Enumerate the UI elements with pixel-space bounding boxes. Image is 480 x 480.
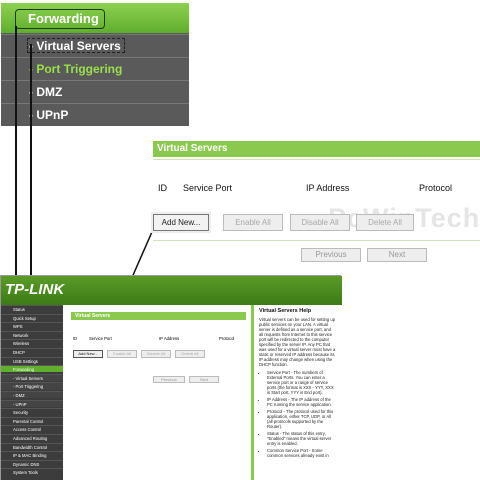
sidebar-item[interactable]: Security bbox=[1, 408, 63, 415]
sidebar-item[interactable]: Access Control bbox=[1, 425, 63, 432]
virtual-servers-zoom: Virtual Servers ID Service Port IP Addre… bbox=[153, 141, 480, 263]
previous-button[interactable]: Previous bbox=[153, 376, 185, 383]
add-new-button[interactable]: Add New... bbox=[153, 214, 209, 231]
help-item: Protocol - The protocol used for this ap… bbox=[267, 409, 336, 429]
sidebar-item[interactable]: Quick Setup bbox=[1, 313, 63, 321]
main-content: Virtual Servers ID Service Port IP Addre… bbox=[63, 305, 251, 480]
sidebar-item[interactable]: Parental Control bbox=[1, 416, 63, 424]
sidebar-item[interactable]: Bandwidth Control bbox=[1, 442, 63, 450]
enable-all-button[interactable]: Enable All bbox=[223, 214, 283, 231]
previous-button[interactable]: Previous bbox=[301, 248, 361, 262]
col-protocol: Protocol bbox=[419, 183, 453, 193]
delete-all-button[interactable]: Delete All bbox=[175, 350, 205, 358]
router-admin-screenshot: TP-LINK Status Quick Setup WPS Network Wirel… bbox=[0, 275, 342, 480]
sidebar-item[interactable]: - DMZ bbox=[1, 391, 63, 399]
help-item: Common Service Port - Some common servic… bbox=[267, 448, 336, 458]
sidebar-item[interactable]: Wireless bbox=[1, 339, 63, 346]
divider bbox=[153, 159, 480, 160]
sidebar-item[interactable]: DHCP bbox=[1, 348, 63, 355]
sidebar-item[interactable]: Dynamic DNS bbox=[1, 459, 63, 467]
panel-title: Virtual Servers bbox=[153, 141, 480, 157]
sidebar-item[interactable]: Forwarding bbox=[1, 365, 63, 373]
help-item: Service Port - The numbers of External P… bbox=[267, 370, 336, 395]
sidebar-item[interactable]: - UPnP bbox=[1, 399, 63, 407]
col-id: ID bbox=[158, 183, 167, 193]
sidebar-item[interactable]: Advanced Routing bbox=[1, 434, 63, 441]
delete-all-button[interactable]: Delete All bbox=[356, 214, 414, 231]
col-service-port: Service Port bbox=[183, 183, 233, 193]
main-title: Virtual Servers bbox=[71, 312, 246, 320]
sidebar: Status Quick Setup WPS Network Wireless DHCP U… bbox=[1, 305, 63, 480]
sidebar-item[interactable]: IP & MAC Binding bbox=[1, 451, 63, 458]
next-button[interactable]: Next bbox=[367, 248, 427, 262]
sidebar-item[interactable]: - Virtual Servers bbox=[1, 373, 63, 381]
disable-all-button[interactable]: Disable All bbox=[290, 214, 350, 231]
sidebar-item[interactable]: - Port Triggering bbox=[1, 382, 63, 390]
sidebar-item[interactable]: System Tools bbox=[1, 468, 63, 475]
col-ip-address: IP Address bbox=[159, 336, 180, 341]
disable-all-button[interactable]: Disable All bbox=[141, 350, 171, 358]
add-new-button[interactable]: Add New... bbox=[73, 350, 103, 358]
help-item: Status - The status of this entry, "Enab… bbox=[267, 431, 336, 446]
tp-link-logo: TP-LINK bbox=[5, 281, 65, 298]
col-ip-address: IP Address bbox=[306, 183, 350, 193]
help-item: IP Address - The IP address of the PC ru… bbox=[267, 397, 336, 407]
header-banner: TP-LINK bbox=[1, 276, 342, 305]
divider bbox=[153, 240, 480, 241]
col-protocol: Protocol bbox=[219, 336, 235, 341]
sidebar-item[interactable]: Status bbox=[1, 305, 63, 312]
col-service-port: Service Port bbox=[89, 336, 112, 341]
help-title: Virtual Servers Help bbox=[259, 308, 312, 314]
sidebar-item[interactable]: USB Settings bbox=[1, 356, 63, 364]
next-button[interactable]: Next bbox=[189, 376, 219, 383]
help-intro: Virtual servers can be used for setting … bbox=[259, 317, 336, 367]
col-id: ID bbox=[73, 336, 78, 341]
help-panel: Virtual Servers Help Virtual servers can… bbox=[251, 305, 341, 480]
enable-all-button[interactable]: Enable All bbox=[107, 350, 137, 358]
sidebar-item[interactable]: WPS bbox=[1, 322, 63, 329]
sidebar-item[interactable]: Network bbox=[1, 330, 63, 338]
help-list: Service Port - The numbers of External P… bbox=[259, 370, 336, 458]
